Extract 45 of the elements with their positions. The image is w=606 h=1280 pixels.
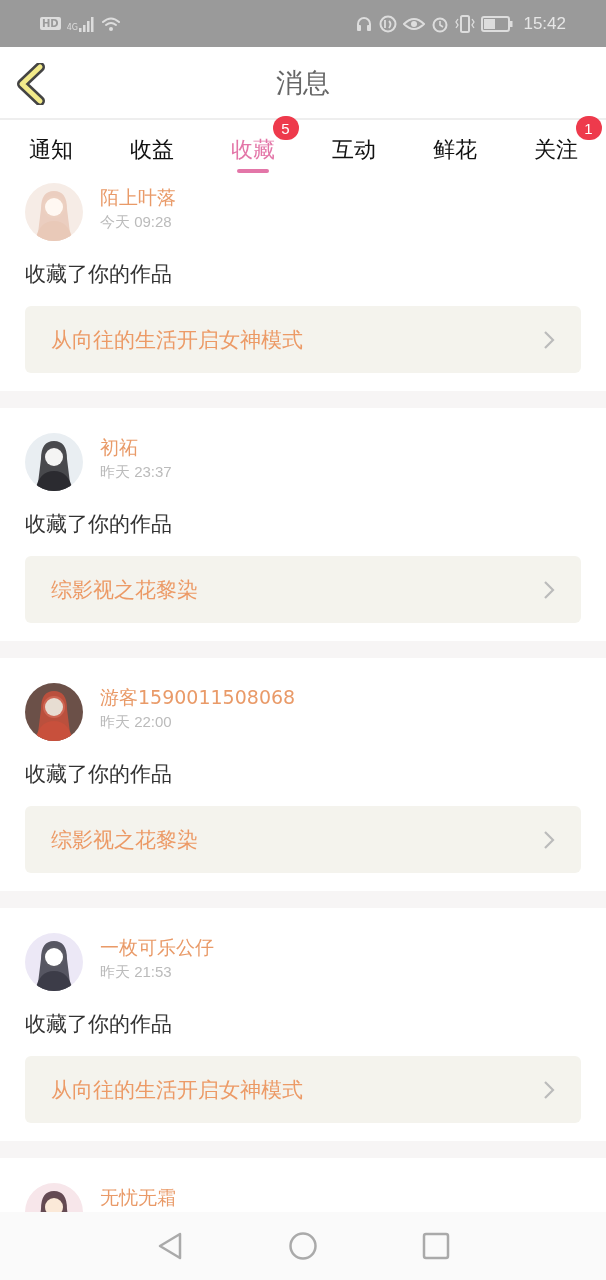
tab-indicator (236, 169, 269, 173)
chevron-right-icon (543, 579, 555, 600)
user-name[interactable]: 一枚可乐公仔 (100, 936, 214, 958)
user-name[interactable]: 游客1590011508068 (100, 686, 296, 708)
message-text: 收藏了你的作品 (25, 511, 173, 537)
back-button[interactable] (14, 61, 48, 107)
tab[interactable]: 收藏 (230, 135, 275, 165)
tab[interactable]: 收益 (129, 135, 174, 165)
message-time: 昨天 22:00 (100, 713, 173, 732)
chevron-left-icon (16, 63, 46, 105)
user-name[interactable]: 初祏 (100, 436, 172, 458)
message-text: 收藏了你的作品 (25, 1011, 173, 1037)
work-link[interactable]: 综影视之花黎染 (25, 806, 581, 873)
work-link[interactable]: 从向往的生活开启女神模式 (25, 306, 581, 373)
clock-time: 15:42 (523, 13, 566, 34)
wifi-icon (100, 15, 121, 32)
work-link[interactable]: 从向往的生活开启女神模式 (25, 1056, 581, 1123)
back-icon[interactable] (156, 1231, 184, 1261)
home-icon[interactable] (288, 1231, 318, 1261)
count-badge: 5 (272, 116, 299, 140)
message-time: 昨天 23:37 (100, 463, 172, 482)
user-name[interactable]: 无忧无霜 (100, 1186, 176, 1208)
page-title: 消息 (276, 65, 330, 100)
count-badge: 1 (575, 116, 602, 140)
recent-apps-icon[interactable] (422, 1232, 450, 1260)
hd-label: HD (40, 17, 61, 30)
vibrate-icon (455, 14, 476, 33)
battery-icon (481, 15, 514, 32)
tab[interactable]: 鲜花 (432, 135, 477, 165)
message-text: 收藏了你的作品 (25, 261, 173, 287)
chevron-right-icon (543, 329, 555, 350)
chevron-right-icon (543, 829, 555, 850)
work-link[interactable]: 综影视之花黎染 (25, 556, 581, 623)
eye-icon (403, 15, 426, 32)
tab[interactable]: 关注 (533, 135, 578, 165)
tab[interactable]: 互动 (331, 135, 376, 165)
message-time: 昨天 21:53 (100, 963, 173, 982)
message-text: 收藏了你的作品 (25, 761, 173, 787)
data-saver-icon (379, 14, 398, 33)
tab[interactable]: 通知 (28, 135, 73, 165)
chevron-right-icon (543, 1079, 555, 1100)
signal-icon (78, 15, 95, 32)
user-name[interactable]: 陌上叶落 (100, 186, 176, 208)
headphones-icon (355, 14, 374, 33)
message-time: 今天 09:28 (100, 213, 173, 232)
